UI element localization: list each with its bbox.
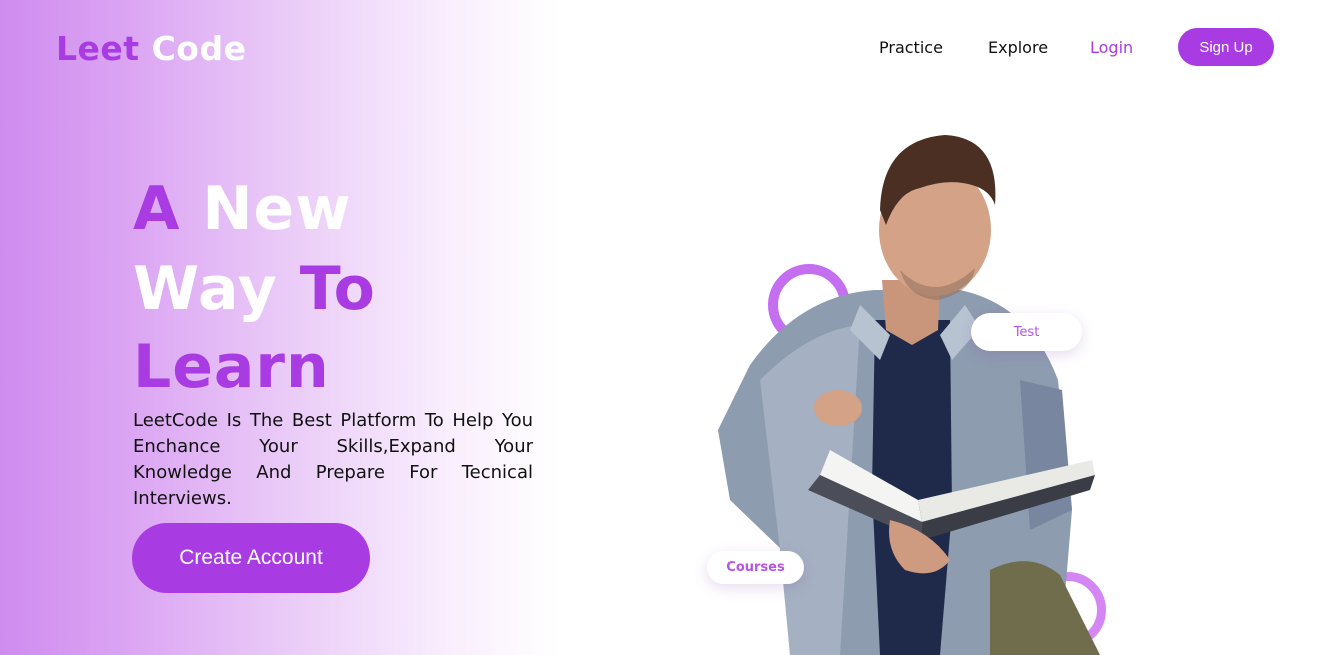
nav-login-link[interactable]: Login <box>1090 38 1133 62</box>
hero-title-word-new: New <box>202 174 352 244</box>
sign-up-button[interactable]: Sign Up <box>1178 28 1274 66</box>
test-tag: Test <box>971 313 1082 351</box>
hero-title-word-a: A <box>133 174 181 244</box>
nav-explore-link[interactable]: Explore <box>988 38 1048 62</box>
hero-title-line-3: Learn <box>133 332 330 402</box>
courses-tag: Courses <box>707 551 804 584</box>
hero-title-line-1: A New <box>133 174 352 244</box>
landing-page: Leet Code Practice Explore Login Sign Up… <box>0 0 1343 655</box>
nav-practice-link[interactable]: Practice <box>879 38 943 62</box>
create-account-button[interactable]: Create Account <box>132 523 370 593</box>
site-logo[interactable]: Leet Code <box>56 29 246 69</box>
hero-title-word-to: To <box>299 254 376 324</box>
hero-description: LeetCode Is The Best Platform To Help Yo… <box>133 410 533 509</box>
hero-title-word-way: Way <box>133 254 278 324</box>
hero-title-line-2: Way To <box>133 254 376 324</box>
logo-part-code: Code <box>151 29 247 68</box>
logo-part-leet: Leet <box>56 29 140 68</box>
left-hand <box>814 390 862 426</box>
shoulder-bag <box>990 561 1100 655</box>
